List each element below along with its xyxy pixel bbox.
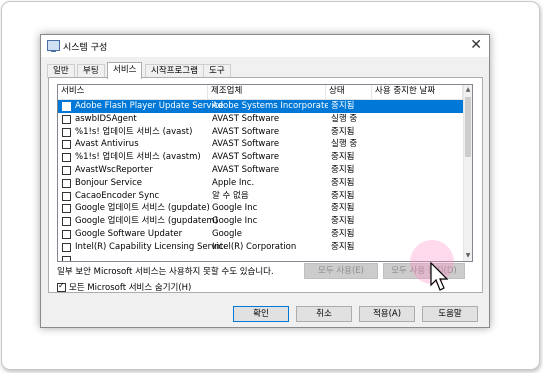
title-bar: 시스템 구성 ✕ [41,35,489,57]
service-status: 중지됨 [331,203,355,214]
tab-boot[interactable]: 부팅 [77,64,105,78]
service-manufacturer: Intel(R) Corporation [212,241,297,252]
service-checkbox[interactable] [62,255,71,261]
service-checkbox[interactable] [62,178,71,188]
table-row[interactable]: Avast Antivirus AVAST Software 실행 중 [58,138,463,151]
hide-microsoft-label: 모든 Microsoft 서비스 숨기기(H) [69,283,192,293]
service-name: Avast Antivirus [75,139,139,150]
service-checkbox[interactable] [62,102,71,111]
service-name: Google 업데이트 서비스 (gupdate) [75,203,210,214]
table-row[interactable]: %1!s! 업데이트 서비스 (avastm) AVAST Software 중지됨 [58,151,463,164]
table-row[interactable]: Bonjour Service Apple Inc. 중지됨 [58,177,463,190]
tab-startup[interactable]: 시작프로그램 [145,64,204,78]
system-configuration-dialog: 시스템 구성 ✕ 일반 부팅 서비스 시작프로그램 도구 서비스 제조업체 상태… [40,34,490,328]
service-manufacturer: Google [212,228,242,239]
table-row[interactable]: aswbIDSAgent AVAST Software 실행 중 [58,113,463,126]
service-name: Bonjour Service [75,177,142,188]
service-checkbox[interactable] [62,217,71,227]
close-icon[interactable]: ✕ [470,37,482,53]
table-row[interactable]: %1!s! 업데이트 서비스 (avast) AVAST Software 중지됨 [58,126,463,139]
service-manufacturer: AVAST Software [212,113,280,124]
scrollbar-thumb[interactable] [465,97,471,157]
tab-tools[interactable]: 도구 [203,64,231,78]
table-row[interactable]: Google 업데이트 서비스 (gupdatem) Google Inc 중지됨 [58,215,463,228]
service-manufacturer: Google Inc [212,216,258,227]
service-manufacturer: Google Inc [212,203,258,214]
service-status: 중지됨 [331,241,355,252]
column-manufacturer[interactable]: 제조업체 [208,85,326,99]
service-status: 중지됨 [331,101,355,111]
service-name: aswbIDSAgent [75,113,137,124]
service-status: 실행 중 [331,139,358,150]
service-manufacturer: Adobe Systems Incorporated [212,101,328,111]
vertical-scrollbar[interactable]: ▲ ▼ [463,85,472,261]
table-row[interactable]: Intel(R) Capability Licensing Service...… [58,241,463,254]
service-manufacturer: AVAST Software [212,164,280,175]
service-status: 중지됨 [331,164,355,175]
table-row[interactable] [58,254,463,261]
service-name: %1!s! 업데이트 서비스 (avast) [75,126,193,137]
service-status: 중지됨 [331,152,355,163]
service-manufacturer: 알 수 없음 [212,190,249,201]
service-status: 실행 중 [331,113,358,124]
service-manufacturer: Apple Inc. [212,177,255,188]
service-status: 중지됨 [331,126,355,137]
service-name: Google 업데이트 서비스 (gupdatem) [75,216,219,227]
scroll-up-icon[interactable]: ▲ [464,85,472,95]
column-service[interactable]: 서비스 [58,85,208,99]
service-status: 중지됨 [331,190,355,201]
tab-services[interactable]: 서비스 [107,62,143,79]
column-date-disabled[interactable]: 사용 중지한 날짜 [372,85,463,99]
service-checkbox[interactable] [62,153,71,163]
list-header: 서비스 제조업체 상태 사용 중지한 날짜 [58,85,463,100]
enable-all-button[interactable]: 모두 사용(E) [304,263,378,279]
table-row[interactable]: CacaoEncoder Sync 알 수 없음 중지됨 [58,190,463,203]
apply-button[interactable]: 적용(A) [359,306,415,322]
service-checkbox[interactable] [62,127,71,137]
service-checkbox[interactable] [62,114,71,124]
service-manufacturer: AVAST Software [212,126,280,137]
services-list[interactable]: 서비스 제조업체 상태 사용 중지한 날짜 Adobe Flash Player… [57,84,473,262]
hide-microsoft-checkbox[interactable] [57,281,66,292]
service-checkbox[interactable] [62,229,71,239]
service-checkbox[interactable] [62,204,71,214]
monitor-icon [47,40,60,52]
service-checkbox[interactable] [62,191,71,201]
table-row[interactable]: AvastWscReporter AVAST Software 중지됨 [58,164,463,177]
service-manufacturer: AVAST Software [212,152,280,163]
column-status[interactable]: 상태 [326,85,372,99]
scroll-down-icon[interactable]: ▼ [464,251,472,261]
cancel-button[interactable]: 취소 [296,306,352,322]
table-row[interactable]: Adobe Flash Player Update Service Adobe S… [58,100,463,113]
mouse-pointer-icon [430,262,448,291]
service-checkbox[interactable] [62,242,71,252]
service-name: Adobe Flash Player Update Service [75,101,224,111]
help-button[interactable]: 도움말 [422,306,478,322]
table-row[interactable]: Google Software Updater Google 중지됨 [58,228,463,241]
table-row[interactable]: Google 업데이트 서비스 (gupdate) Google Inc 중지됨 [58,202,463,215]
service-name: Google Software Updater [75,228,183,239]
service-name: CacaoEncoder Sync [75,190,160,201]
service-manufacturer: AVAST Software [212,139,280,150]
tab-general[interactable]: 일반 [47,64,75,78]
ok-button[interactable]: 확인 [233,306,289,322]
service-name: AvastWscReporter [75,164,153,175]
hide-microsoft-services[interactable]: 모든 Microsoft 서비스 숨기기(H) [57,281,191,293]
service-status: 중지됨 [331,216,355,227]
service-status: 중지됨 [331,177,355,188]
dialog-title: 시스템 구성 [63,43,108,53]
service-name: %1!s! 업데이트 서비스 (avastm) [75,152,201,163]
service-checkbox[interactable] [62,165,71,175]
service-name: Intel(R) Capability Licensing Service... [75,241,225,252]
service-rows: Adobe Flash Player Update Service Adobe S… [58,100,463,261]
service-checkbox[interactable] [62,140,71,150]
service-status: 중지됨 [331,228,355,239]
security-note: 일부 보안 Microsoft 서비스는 사용하지 못할 수도 있습니다. [57,267,274,277]
